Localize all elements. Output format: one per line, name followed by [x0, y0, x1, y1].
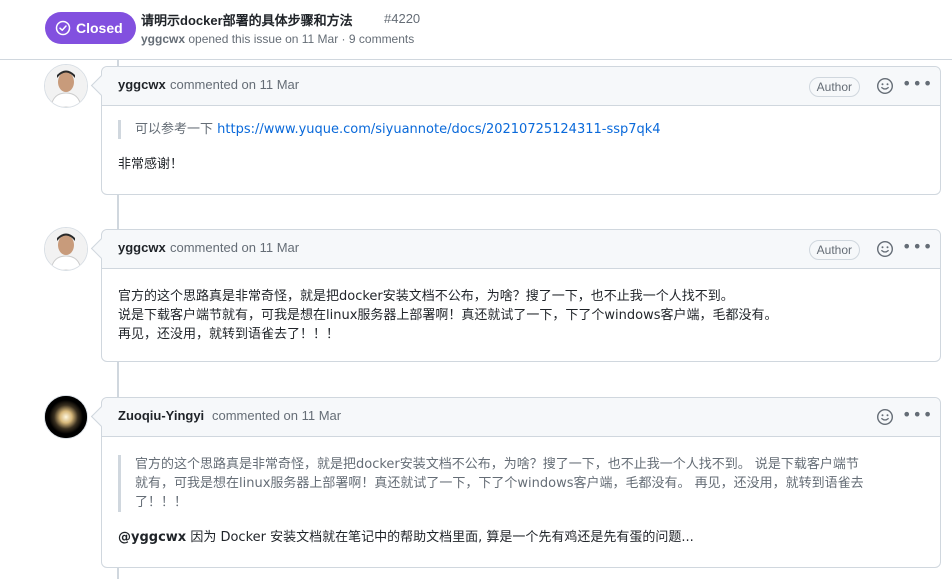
avatar[interactable]	[44, 64, 88, 108]
blockquote: 可以参考一下 https://www.yuque.com/siyuannote/…	[118, 120, 924, 139]
comment-body: 可以参考一下 https://www.yuque.com/siyuannote/…	[102, 106, 940, 188]
comment-author[interactable]: Zuoqiu-Yingyi	[118, 408, 204, 423]
avatar[interactable]	[44, 395, 88, 439]
comment-text: 官方的这个思路真是非常奇怪，就是把docker安装文档不公布，为啥？搜了一下，也…	[118, 289, 734, 304]
comment-body: 官方的这个思路真是非常奇怪，就是把docker安装文档不公布，为啥？搜了一下，也…	[102, 269, 940, 358]
issue-meta: yggcwx opened this issue on 11 Mar · 9 c…	[141, 32, 414, 46]
comment-text: 说是下载客户端节就有，可我是想在linux服务器上部署啊！真还就试了一下，下了个…	[118, 308, 778, 323]
comment-card: Zuoqiu-Yingyi commented on 11 Mar ••• 官方…	[101, 397, 941, 568]
quote-text: 就有，可我是想在linux服务器上部署啊！真还就试了一下，下了个windows客…	[135, 476, 864, 491]
issue-title: 请明示docker部署的具体步骤和方法	[141, 13, 353, 28]
smiley-icon[interactable]	[876, 408, 894, 426]
comment-author[interactable]: yggcwx	[118, 240, 166, 255]
issue-number: #4220	[384, 11, 421, 26]
kebab-horizontal-icon[interactable]: •••	[902, 76, 932, 94]
comment-header: Zuoqiu-Yingyi commented on 11 Mar •••	[102, 398, 940, 437]
state-label: Closed	[76, 20, 123, 36]
comment-timestamp[interactable]: commented on 11 Mar	[170, 240, 299, 255]
closed-state-badge: Closed	[45, 12, 136, 44]
comment-header: yggcwx commented on 11 Mar Author •••	[102, 230, 940, 269]
smiley-icon[interactable]	[876, 240, 894, 258]
author-badge: Author	[808, 77, 860, 97]
author-badge: Author	[808, 240, 860, 260]
comment-card: yggcwx commented on 11 Mar Author ••• 可以…	[101, 66, 941, 195]
issue-header: Closed 请明示docker部署的具体步骤和方法 #4220 yggcwx …	[0, 0, 952, 60]
comment-timestamp[interactable]: commented on 11 Mar	[212, 408, 341, 423]
comment-timestamp[interactable]: commented on 11 Mar	[170, 77, 299, 92]
smiley-icon[interactable]	[876, 77, 894, 95]
kebab-horizontal-icon[interactable]: •••	[902, 407, 932, 425]
comment-author[interactable]: yggcwx	[118, 77, 166, 92]
quote-text: 了！！！	[135, 495, 188, 510]
quote-text: 官方的这个思路真是非常奇怪，就是把docker安装文档不公布，为啥？搜了一下，也…	[135, 457, 859, 472]
comment-body: 官方的这个思路真是非常奇怪，就是把docker安装文档不公布，为啥？搜了一下，也…	[102, 437, 940, 561]
blockquote: 官方的这个思路真是非常奇怪，就是把docker安装文档不公布，为啥？搜了一下，也…	[118, 455, 924, 512]
comment-text: 非常感谢！	[118, 157, 184, 172]
issue-author-link[interactable]: yggcwx	[141, 32, 185, 46]
kebab-horizontal-icon[interactable]: •••	[902, 239, 932, 257]
avatar[interactable]	[44, 227, 88, 271]
reply-text: 因为 Docker 安装文档就在笔记中的帮助文档里面, 算是一个先有鸡还是先有蛋…	[186, 530, 694, 545]
comment-header: yggcwx commented on 11 Mar Author •••	[102, 67, 940, 106]
quote-link[interactable]: https://www.yuque.com/siyuannote/docs/20…	[217, 122, 660, 137]
issue-meta-text: opened this issue on 11 Mar · 9 comments	[185, 32, 415, 46]
comment-text: @yggcwx 因为 Docker 安装文档就在笔记中的帮助文档里面, 算是一个…	[118, 528, 924, 547]
user-mention[interactable]: @yggcwx	[118, 530, 186, 545]
check-circle-icon	[55, 20, 71, 36]
quote-text: 可以参考一下	[135, 122, 218, 137]
comment-text: 再见，还没用，就转到语雀去了！！！	[118, 327, 340, 342]
comment-card: yggcwx commented on 11 Mar Author ••• 官方…	[101, 229, 941, 362]
